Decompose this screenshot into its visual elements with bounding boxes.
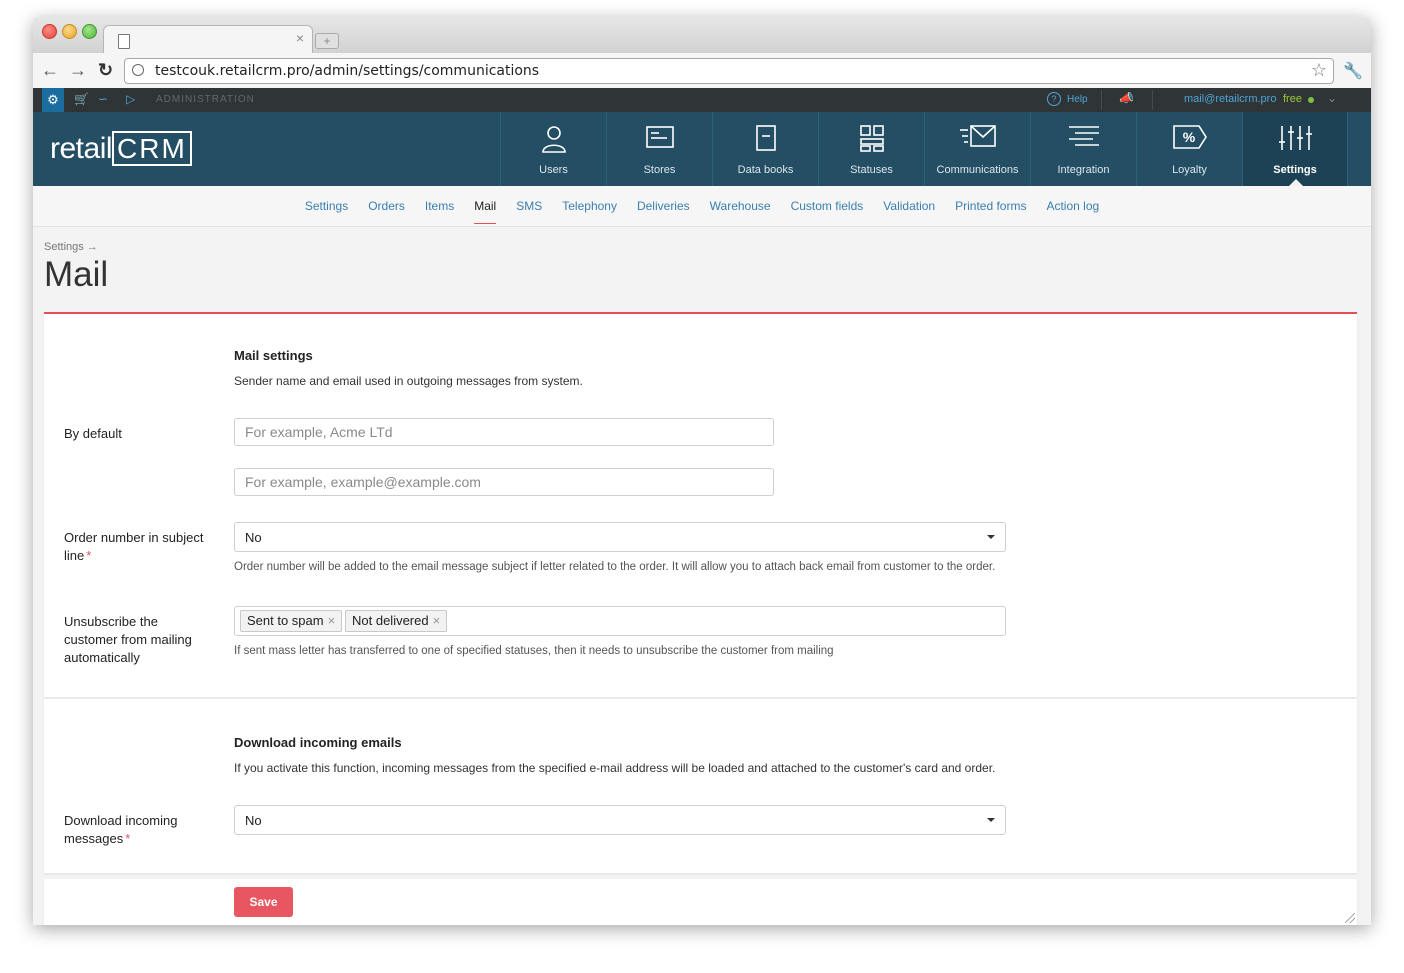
- statuses-icon: [819, 124, 924, 158]
- store-icon: [607, 124, 712, 156]
- incoming-title: Download incoming emails: [234, 735, 402, 750]
- subnav-telephony[interactable]: Telephony: [562, 199, 617, 213]
- unsubscribe-help: If sent mass letter has transferred to o…: [234, 645, 834, 657]
- incoming-description: If you activate this function, incoming …: [234, 761, 996, 775]
- close-window-button[interactable]: [42, 24, 57, 39]
- forward-arrow-icon[interactable]: →: [69, 61, 87, 79]
- save-button[interactable]: Save: [234, 887, 293, 917]
- subnav-warehouse[interactable]: Warehouse: [710, 199, 771, 213]
- back-arrow-icon[interactable]: ←: [41, 61, 59, 79]
- percent-tag-icon: %: [1137, 124, 1242, 156]
- breadcrumb[interactable]: Settings →: [44, 241, 98, 253]
- by-default-label: By default: [64, 426, 122, 441]
- browser-toolbar: ← → ↻ testcouk.retailcrm.pro/admin/setti…: [33, 53, 1371, 89]
- module-integration[interactable]: Integration: [1030, 112, 1136, 186]
- required-asterisk: *: [86, 548, 92, 563]
- plan-badge: free: [1283, 93, 1302, 105]
- browser-window: × + ← → ↻ testcouk.retailcrm.pro/admin/s…: [33, 17, 1371, 925]
- module-nav: Users Stores Data books Statuses Communi…: [500, 112, 1348, 186]
- gear-icon[interactable]: ⚙: [42, 88, 64, 112]
- subnav-settings[interactable]: Settings: [305, 199, 348, 213]
- reload-icon[interactable]: ↻: [98, 61, 113, 79]
- section-label: ADMINISTRATION: [156, 94, 255, 105]
- module-loyalty[interactable]: % Loyalty: [1136, 112, 1242, 186]
- unsubscribe-label: Unsubscribe the customer from mailing au…: [64, 614, 192, 665]
- wrench-icon[interactable]: 🔧: [1343, 61, 1363, 81]
- module-communications[interactable]: Communications: [924, 112, 1030, 186]
- page-icon: [118, 34, 130, 49]
- module-statuses[interactable]: Statuses: [818, 112, 924, 186]
- sender-email-input[interactable]: [234, 468, 774, 496]
- integration-icon: [1031, 124, 1136, 156]
- module-users[interactable]: Users: [500, 112, 606, 186]
- bookmark-star-icon[interactable]: ☆: [1311, 60, 1327, 81]
- app-header: retail CRM Users Stores Data books Statu…: [33, 112, 1371, 186]
- mail-settings-title: Mail settings: [234, 348, 313, 363]
- module-stores[interactable]: Stores: [606, 112, 712, 186]
- browser-titlebar: × +: [33, 17, 1371, 54]
- mail-settings-description: Sender name and email used in outgoing m…: [234, 374, 583, 388]
- megaphone-icon[interactable]: 📣: [1119, 91, 1134, 105]
- online-status-dot: [1308, 97, 1314, 103]
- subnav-custom-fields[interactable]: Custom fields: [791, 199, 864, 213]
- unsubscribe-statuses-input[interactable]: Sent to spam × Not delivered ×: [234, 606, 1006, 636]
- subnav-orders[interactable]: Orders: [368, 199, 405, 213]
- subnav-action-log[interactable]: Action log: [1046, 199, 1099, 213]
- user-icon: [501, 124, 606, 160]
- zoom-window-button[interactable]: [82, 24, 97, 39]
- question-icon: ?: [1047, 92, 1061, 106]
- remove-tag-icon[interactable]: ×: [433, 613, 441, 628]
- subnav-printed-forms[interactable]: Printed forms: [955, 199, 1026, 213]
- order-number-label: Order number in subject line *: [64, 530, 204, 563]
- page-title: Mail: [44, 255, 109, 294]
- mail-icon: [925, 124, 1030, 156]
- cart-icon[interactable]: 🛒: [74, 92, 89, 106]
- help-link[interactable]: ? Help: [1047, 92, 1088, 106]
- module-settings[interactable]: Settings: [1242, 112, 1348, 186]
- book-icon: [713, 124, 818, 158]
- settings-subnav: Settings Orders Items Mail SMS Telephony…: [33, 186, 1371, 227]
- status-tag[interactable]: Sent to spam ×: [240, 610, 343, 632]
- divider: [1152, 90, 1153, 110]
- required-asterisk: *: [125, 831, 131, 846]
- subnav-mail[interactable]: Mail: [474, 199, 497, 224]
- subnav-sms[interactable]: SMS: [516, 199, 542, 213]
- user-email[interactable]: mail@retailcrm.pro: [1184, 93, 1276, 105]
- retailcrm-logo[interactable]: retail CRM: [50, 131, 192, 166]
- new-tab-button[interactable]: +: [315, 33, 339, 49]
- order-number-help: Order number will be added to the email …: [234, 561, 996, 573]
- subnav-deliveries[interactable]: Deliveries: [637, 199, 690, 213]
- status-tag[interactable]: Not delivered ×: [345, 610, 448, 632]
- globe-icon: [132, 64, 144, 76]
- order-number-select[interactable]: No: [234, 522, 1006, 552]
- play-icon[interactable]: ▷: [126, 92, 135, 106]
- actions-bar: Save: [44, 879, 1357, 925]
- divider: [1101, 90, 1102, 110]
- admin-bar: ⚙ 🛒 ∽ ▷ ADMINISTRATION ? Help 📣 mail@reta…: [33, 88, 1371, 112]
- resize-grip-icon[interactable]: [1345, 913, 1355, 923]
- subnav-items[interactable]: Items: [425, 199, 454, 213]
- minimize-window-button[interactable]: [62, 24, 77, 39]
- sender-name-input[interactable]: [234, 418, 774, 446]
- module-data-books[interactable]: Data books: [712, 112, 818, 186]
- dropdown-caret-icon: [987, 818, 995, 822]
- address-bar[interactable]: testcouk.retailcrm.pro/admin/settings/co…: [124, 58, 1334, 84]
- download-incoming-label: Download incoming messages *: [64, 813, 178, 846]
- download-incoming-select[interactable]: No: [234, 805, 1006, 835]
- analytics-icon[interactable]: ∽: [98, 92, 108, 106]
- tab-close-icon[interactable]: ×: [296, 30, 304, 46]
- browser-tab[interactable]: ×: [103, 25, 313, 54]
- dropdown-caret-icon: [987, 535, 995, 539]
- mail-settings-card: Mail settings Sender name and email used…: [44, 312, 1357, 697]
- chevron-down-icon[interactable]: ⌄: [1327, 91, 1337, 105]
- url-text[interactable]: testcouk.retailcrm.pro/admin/settings/co…: [155, 63, 539, 79]
- incoming-emails-card: Download incoming emails If you activate…: [44, 699, 1357, 873]
- sliders-icon: [1243, 124, 1347, 158]
- remove-tag-icon[interactable]: ×: [328, 613, 336, 628]
- subnav-validation[interactable]: Validation: [883, 199, 935, 213]
- svg-text:%: %: [1182, 129, 1195, 145]
